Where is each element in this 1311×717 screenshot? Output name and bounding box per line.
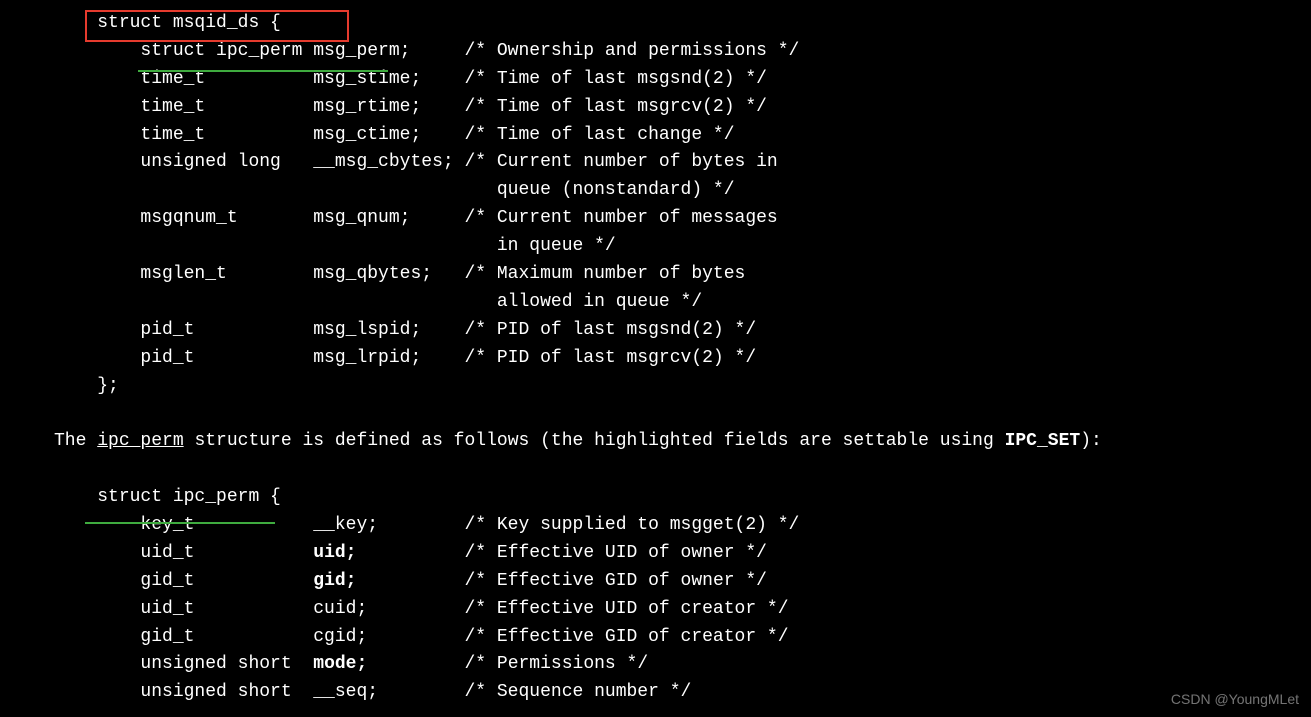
manpage-content: struct msqid_ds { struct ipc_perm msg_pe… — [0, 0, 1311, 707]
watermark: CSDN @YoungMLet — [1171, 689, 1299, 711]
underline-green-1 — [138, 70, 388, 72]
underline-green-2 — [85, 522, 275, 524]
